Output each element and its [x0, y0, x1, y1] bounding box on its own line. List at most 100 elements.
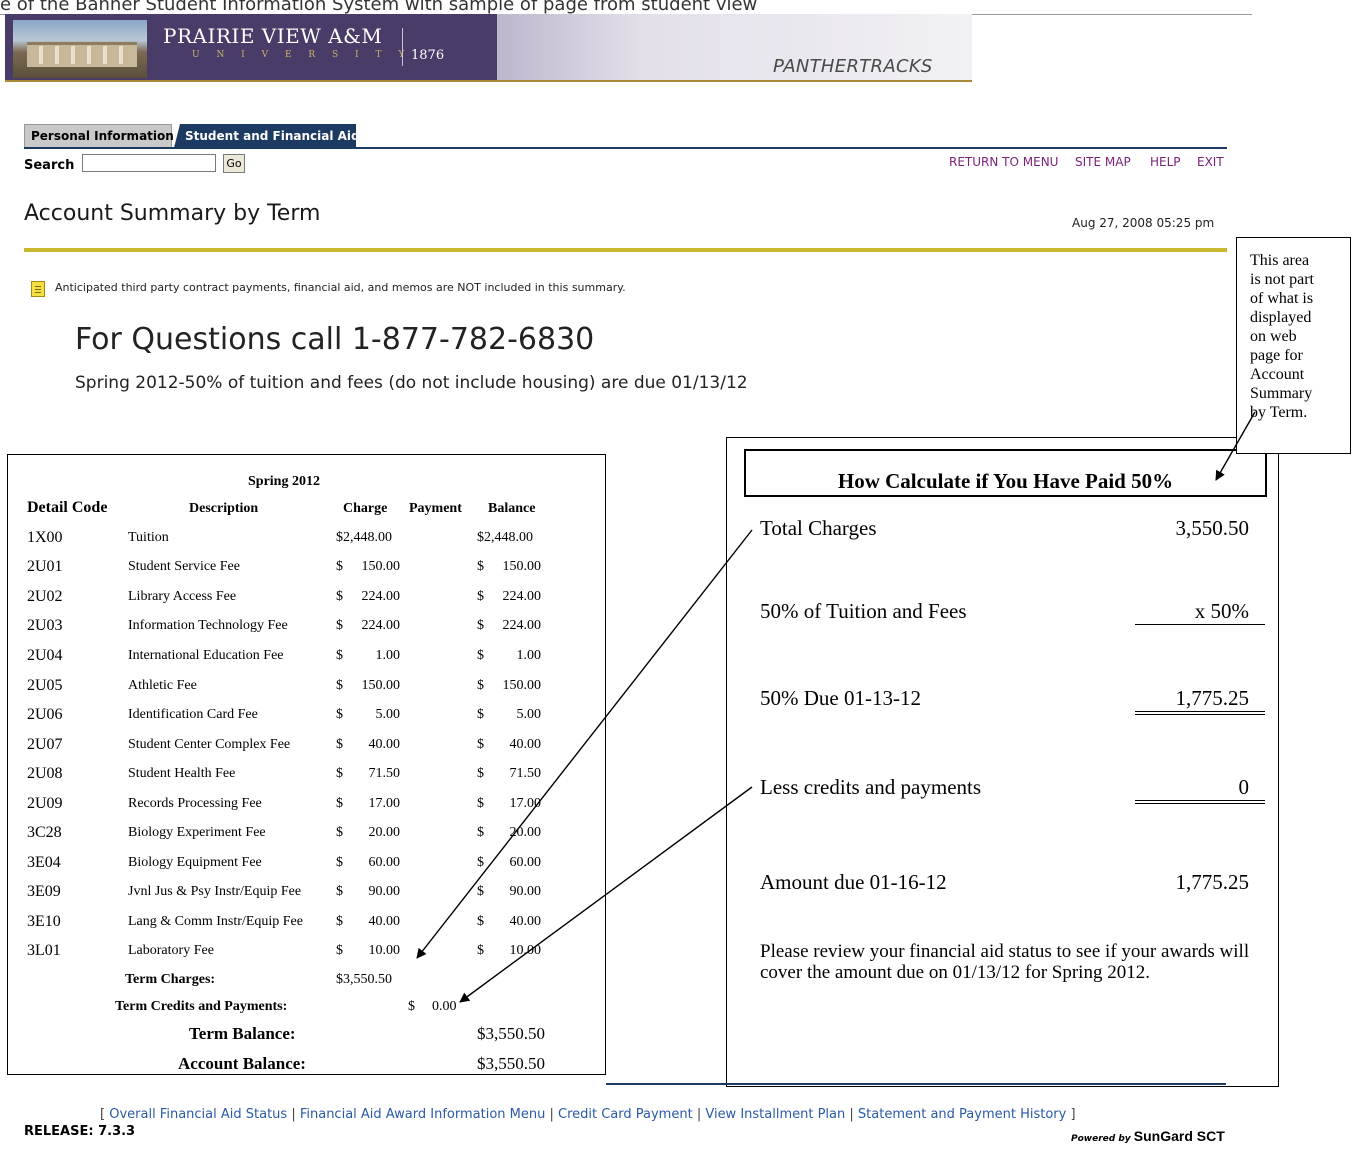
- callout-line: of what is: [1250, 290, 1314, 307]
- row-desc: Records Processing Fee: [128, 796, 262, 811]
- row-balance: 224.00: [502, 589, 542, 604]
- site-banner: PRAIRIE VIEW A&M U N I V E R S I T Y 187…: [5, 14, 972, 82]
- row-code: 2U01: [27, 558, 63, 575]
- tab-rule: [24, 147, 1227, 149]
- row-code: 2U02: [27, 588, 63, 605]
- less-underline-1: [1135, 800, 1265, 801]
- go-button[interactable]: Go: [223, 154, 245, 173]
- university-name: PRAIRIE VIEW A&M: [163, 24, 383, 48]
- exit-link[interactable]: EXIT: [1197, 155, 1224, 169]
- due-value: 1,775.25: [1175, 686, 1250, 710]
- header-description: Description: [189, 501, 259, 516]
- row-balance-dollar: $: [477, 559, 484, 574]
- portal-name: PANTHERTRACKS: [773, 56, 933, 77]
- row-code: 2U09: [27, 795, 63, 812]
- row-charge: 40.00: [368, 737, 401, 752]
- callout-line: page for: [1250, 347, 1303, 364]
- row-charge-dollar: $: [336, 855, 343, 870]
- row-charge-dollar: $: [336, 559, 343, 574]
- row-balance-dollar: $: [477, 825, 484, 840]
- release-label: RELEASE: 7.3.3: [24, 1124, 136, 1139]
- row-code: 2U04: [27, 647, 63, 664]
- university-subtitle: U N I V E R S I T Y: [192, 50, 412, 60]
- bottom-rule: [606, 1083, 1226, 1085]
- footer-link-overall-financial-aid-status[interactable]: Overall Financial Aid Status: [109, 1107, 287, 1122]
- row-balance: 150.00: [502, 678, 542, 693]
- banner-divider: [402, 28, 403, 66]
- callout-box: This area is not part of what is display…: [1236, 237, 1351, 454]
- row-charge: 224.00: [361, 618, 401, 633]
- row-desc: Lang & Comm Instr/Equip Fee: [128, 914, 303, 929]
- row-code: 2U08: [27, 765, 63, 782]
- row-balance-dollar: $: [477, 766, 484, 781]
- row-balance: 10.00: [509, 943, 542, 958]
- row-balance: 71.50: [509, 766, 542, 781]
- due-underline-1: [1135, 711, 1265, 712]
- footer-link-view-installment-plan[interactable]: View Installment Plan: [705, 1107, 845, 1122]
- row-charge-dollar: $: [336, 737, 343, 752]
- footer-link-credit-card-payment[interactable]: Credit Card Payment: [558, 1107, 693, 1122]
- help-link[interactable]: HELP: [1150, 155, 1181, 169]
- row-balance: 1.00: [516, 648, 542, 663]
- header-detail-code: Detail Code: [27, 499, 108, 516]
- less-credits-label: Less credits and payments: [760, 775, 982, 799]
- row-charge-dollar: $: [336, 648, 343, 663]
- title-rule: [24, 248, 1227, 252]
- row-charge: 1.00: [375, 648, 401, 663]
- pct-underline: [1135, 624, 1265, 625]
- search-input[interactable]: [82, 154, 216, 172]
- row-charge-dollar: $: [336, 618, 343, 633]
- row-code: 3E04: [27, 854, 61, 871]
- row-charge: 60.00: [368, 855, 401, 870]
- calculation-box: How Calculate if You Have Paid 50% Total…: [726, 437, 1279, 1087]
- row-balance-dollar: $: [477, 737, 484, 752]
- callout-line: displayed: [1250, 309, 1312, 326]
- row-balance: 40.00: [509, 737, 542, 752]
- row-code: 2U06: [27, 706, 63, 723]
- row-charge: 10.00: [368, 943, 401, 958]
- row-charge-dollar: $: [336, 825, 343, 840]
- row-charge: 224.00: [361, 589, 401, 604]
- banner-gold-rule: [5, 80, 972, 82]
- info-note: Anticipated third party contract payment…: [55, 281, 626, 294]
- row-charge: 20.00: [368, 825, 401, 840]
- row-balance: 5.00: [516, 707, 542, 722]
- row-balance-dollar: $: [477, 589, 484, 604]
- amount-due-label: Amount due 01-16-12: [760, 870, 947, 894]
- footer-links: [ Overall Financial Aid Status | Financi…: [100, 1107, 1076, 1122]
- row-balance-dollar: $: [477, 855, 484, 870]
- site-map-link[interactable]: SITE MAP: [1075, 155, 1131, 169]
- row-balance: 17.00: [509, 796, 542, 811]
- row-balance: 40.00: [509, 914, 542, 929]
- row-charge: 5.00: [375, 707, 401, 722]
- calc-review-text: Please review your financial aid status …: [760, 941, 1250, 983]
- row-code: 2U05: [27, 677, 63, 694]
- row-charge-dollar: $: [336, 796, 343, 811]
- row-balance: 224.00: [502, 618, 542, 633]
- footer-link-statement-payment-history[interactable]: Statement and Payment History: [858, 1107, 1066, 1122]
- row-balance: 90.00: [509, 884, 542, 899]
- powered-brand: SunGard SCT: [1133, 1128, 1225, 1144]
- due-note-text: Spring 2012-50% of tuition and fees (do …: [75, 373, 748, 393]
- timestamp: Aug 27, 2008 05:25 pm: [1072, 216, 1215, 230]
- calc-title-box: How Calculate if You Have Paid 50%: [744, 449, 1267, 497]
- row-desc: Identification Card Fee: [128, 707, 258, 722]
- pct-label: 50% of Tuition and Fees: [760, 599, 967, 623]
- row-code: 3E10: [27, 913, 61, 930]
- row-charge-dollar: $: [336, 707, 343, 722]
- due-label: 50% Due 01-13-12: [760, 686, 921, 710]
- tab-personal-information[interactable]: Personal Information: [24, 124, 174, 148]
- header-charge: Charge: [343, 501, 388, 516]
- row-charge: 150.00: [361, 559, 401, 574]
- row-charge: 40.00: [368, 914, 401, 929]
- term-charges-value: $3,550.50: [336, 972, 392, 987]
- row-desc: Laboratory Fee: [128, 943, 214, 958]
- tab-student-financial-aid[interactable]: Student and Financial Aid: [174, 124, 356, 148]
- callout-line: Summary: [1250, 385, 1313, 402]
- return-to-menu-link[interactable]: RETURN TO MENU: [949, 155, 1058, 169]
- row-desc: Jvnl Jus & Psy Instr/Equip Fee: [128, 884, 302, 899]
- footer-link-financial-aid-award-menu[interactable]: Financial Aid Award Information Menu: [300, 1107, 546, 1122]
- callout-line: is not part: [1250, 271, 1314, 288]
- row-charge-dollar: $: [336, 914, 343, 929]
- powered-by-logo: Powered by SunGard SCT: [1071, 1128, 1225, 1144]
